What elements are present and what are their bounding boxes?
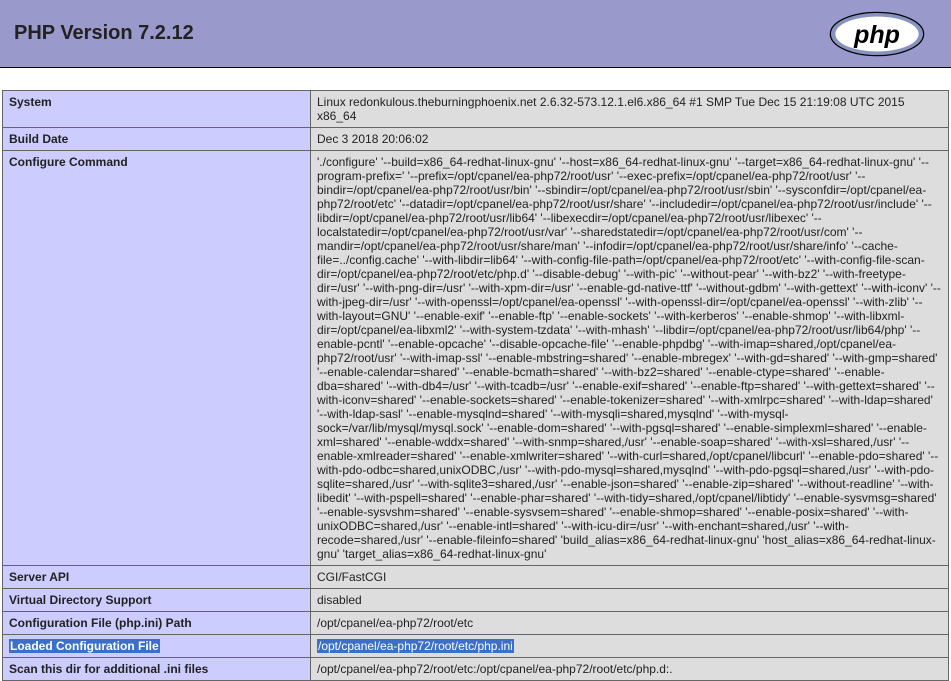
phpinfo-table: SystemLinux redonkulous.theburningphoeni…	[2, 90, 949, 681]
info-value: './configure' '--build=x86_64-redhat-lin…	[311, 151, 949, 566]
info-row: Loaded Configuration File/opt/cpanel/ea-…	[3, 635, 949, 658]
info-row: Virtual Directory Supportdisabled	[3, 589, 949, 612]
info-label: Server API	[3, 566, 311, 589]
info-label: Scan this dir for additional .ini files	[3, 658, 311, 681]
svg-text:php: php	[853, 21, 900, 49]
info-value: disabled	[311, 589, 949, 612]
info-row: Build DateDec 3 2018 20:06:02	[3, 128, 949, 151]
info-value: /opt/cpanel/ea-php72/root/etc	[311, 612, 949, 635]
page-title: PHP Version 7.2.12	[14, 22, 194, 45]
info-label: Loaded Configuration File	[3, 635, 311, 658]
info-label: Virtual Directory Support	[3, 589, 311, 612]
info-value: /opt/cpanel/ea-php72/root/etc/php.ini	[311, 635, 949, 658]
info-row: SystemLinux redonkulous.theburningphoeni…	[3, 91, 949, 128]
php-logo: php	[817, 9, 937, 59]
info-value: Linux redonkulous.theburningphoenix.net …	[311, 91, 949, 128]
info-row: Configuration File (php.ini) Path/opt/cp…	[3, 612, 949, 635]
info-value: CGI/FastCGI	[311, 566, 949, 589]
info-label: Configuration File (php.ini) Path	[3, 612, 311, 635]
info-label: Configure Command	[3, 151, 311, 566]
info-value: Dec 3 2018 20:06:02	[311, 128, 949, 151]
info-label: System	[3, 91, 311, 128]
info-value: /opt/cpanel/ea-php72/root/etc:/opt/cpane…	[311, 658, 949, 681]
header-gap	[0, 68, 951, 90]
info-row: Scan this dir for additional .ini files/…	[3, 658, 949, 681]
info-label: Build Date	[3, 128, 311, 151]
phpinfo-header: PHP Version 7.2.12 php	[0, 0, 951, 68]
info-row: Configure Command'./configure' '--build=…	[3, 151, 949, 566]
info-row: Server APICGI/FastCGI	[3, 566, 949, 589]
